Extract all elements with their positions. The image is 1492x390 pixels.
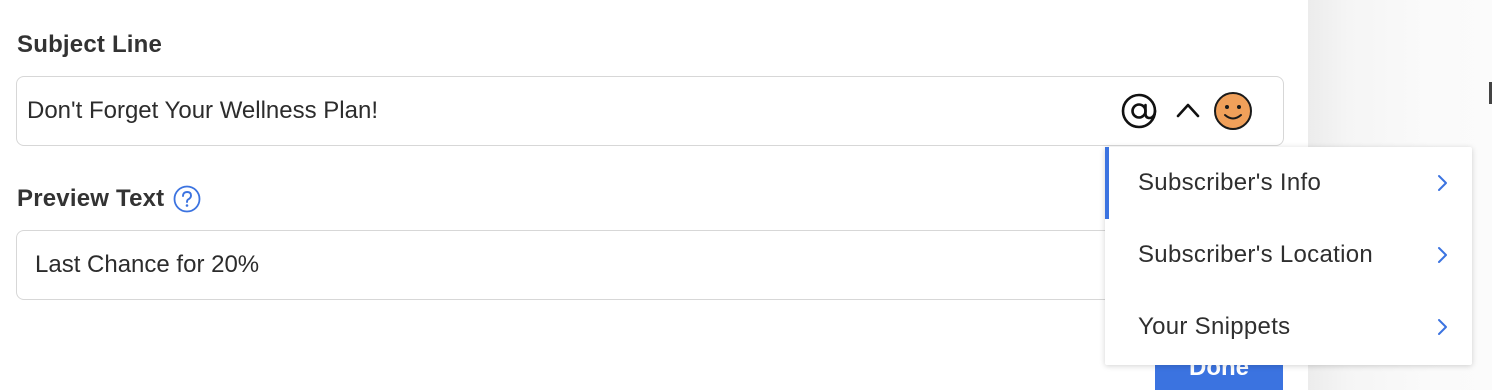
- question-circle-icon[interactable]: [173, 185, 201, 213]
- subject-line-field[interactable]: Don't Forget Your Wellness Plan!: [16, 76, 1284, 146]
- preview-text-value[interactable]: Last Chance for 20%: [35, 251, 259, 279]
- chevron-right-icon: [1438, 175, 1447, 191]
- email-settings-panel: Subject Line Don't Forget Your Wellness …: [0, 0, 1492, 390]
- subject-line-label: Subject Line: [17, 31, 163, 58]
- caret-up-icon[interactable]: [1173, 96, 1203, 126]
- menu-item-label: Subscriber's Location: [1138, 241, 1374, 268]
- subject-line-value[interactable]: Don't Forget Your Wellness Plan!: [27, 97, 378, 125]
- emoji-smiley-icon[interactable]: [1213, 91, 1253, 131]
- menu-item-label: Your Snippets: [1138, 313, 1291, 340]
- chevron-right-icon: [1438, 319, 1447, 335]
- preview-text-label-row: Preview Text: [17, 185, 201, 213]
- menu-item-subscribers-info[interactable]: Subscriber's Info: [1105, 147, 1472, 219]
- personalization-menu: Subscriber's Info Subscriber's Location …: [1105, 147, 1472, 365]
- menu-item-label: Subscriber's Info: [1138, 169, 1322, 196]
- subject-line-tools: [1119, 91, 1253, 131]
- menu-item-subscribers-location[interactable]: Subscriber's Location: [1105, 219, 1472, 291]
- preview-text-label: Preview Text: [17, 185, 165, 212]
- at-icon[interactable]: [1119, 91, 1159, 131]
- menu-item-your-snippets[interactable]: Your Snippets: [1105, 291, 1472, 363]
- chevron-right-icon: [1438, 247, 1447, 263]
- preview-text-field[interactable]: Last Chance for 20%: [16, 230, 1126, 300]
